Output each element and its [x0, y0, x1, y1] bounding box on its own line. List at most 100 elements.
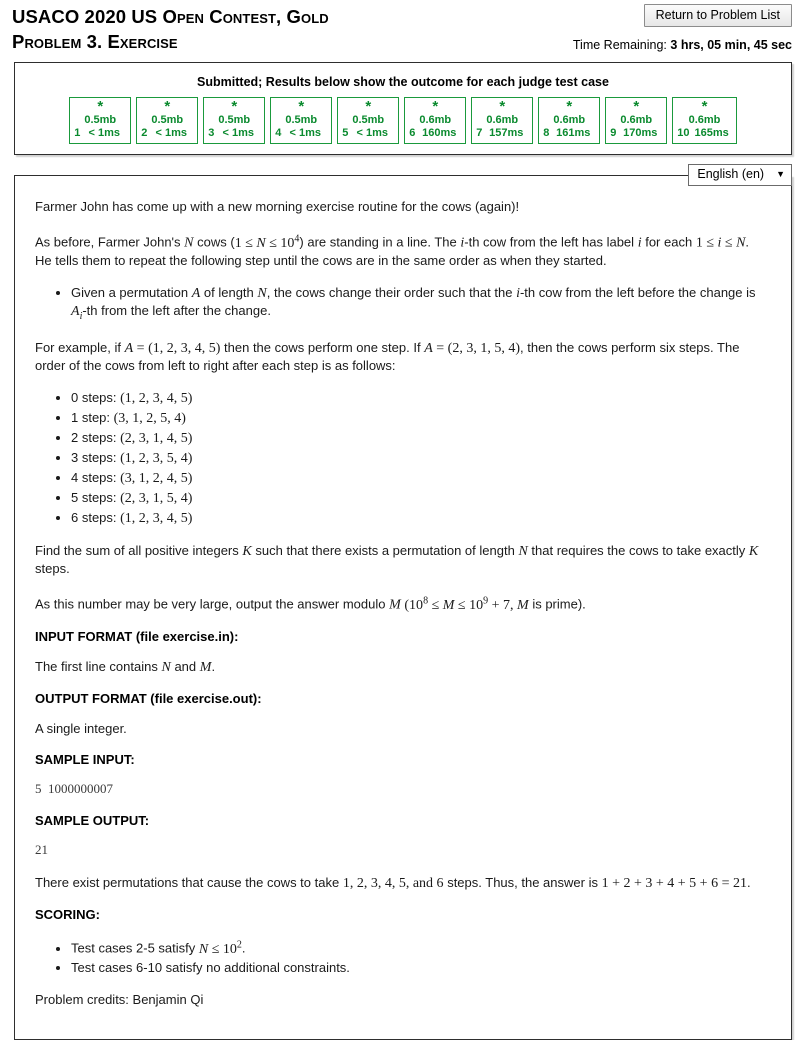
- header-right-controls: Return to Problem List Time Remaining: 3…: [573, 4, 792, 52]
- test-case-number: 3: [208, 127, 215, 139]
- test-case-time: < 1ms: [222, 127, 255, 139]
- page-title: USACO 2020 US Open Contest, Gold Problem…: [12, 4, 532, 54]
- modulo-text-b: is prime).: [532, 597, 586, 613]
- test-case-memory: 0.6mb: [419, 114, 452, 126]
- math-K: K: [242, 544, 252, 560]
- test-case-box[interactable]: * 0.5mb 2 < 1ms: [136, 97, 199, 144]
- test-case-number: 1: [74, 127, 81, 139]
- setup-text-d: -th cow from the left has label: [464, 234, 635, 250]
- star-icon: *: [231, 98, 238, 115]
- test-case-number: 7: [476, 127, 483, 139]
- step-item: 3 steps: (1, 2, 3, 5, 4): [71, 449, 771, 467]
- test-case-box[interactable]: * 0.5mb 5 < 1ms: [337, 97, 400, 144]
- star-icon: *: [365, 98, 372, 115]
- modulo-text-a: As this number may be very large, output…: [35, 597, 386, 613]
- step-label: 2 steps:: [71, 430, 121, 446]
- setup-text-f: .: [745, 234, 750, 250]
- problem-title: Problem 3. Exercise: [12, 31, 178, 52]
- star-icon: *: [164, 98, 171, 115]
- time-remaining-value: 3 hrs, 05 min, 45 sec: [670, 38, 792, 52]
- step-permutation: (2, 3, 1, 4, 5): [120, 431, 193, 447]
- test-case-memory: 0.6mb: [486, 114, 519, 126]
- scoring-suffix: .: [241, 940, 246, 956]
- setup-paragraph: As before, Farmer John's N cows (1 ≤ N ≤…: [35, 230, 771, 269]
- rule-text-c: , the cows change their order such that …: [266, 284, 513, 300]
- language-select[interactable]: English (en) ▼: [688, 164, 792, 186]
- test-case-time: 170ms: [623, 127, 658, 139]
- modulo-paragraph: As this number may be very large, output…: [35, 592, 771, 614]
- test-case-memory: 0.5mb: [151, 114, 184, 126]
- intro-paragraph: Farmer John has come up with a new morni…: [35, 199, 520, 214]
- star-icon: *: [432, 98, 439, 115]
- math-constraint-i: 1 ≤ i ≤ N: [695, 235, 746, 251]
- math-constraint-N: 1 ≤ N ≤ 104: [234, 233, 300, 251]
- step-label: 3 steps:: [71, 450, 121, 466]
- test-case-time: < 1ms: [155, 127, 188, 139]
- test-case-time: 165ms: [694, 127, 729, 139]
- explanation-text-a: There exist permutations that cause the …: [35, 875, 340, 891]
- star-icon: *: [97, 98, 104, 115]
- language-select-wrap: English (en) ▼: [14, 164, 792, 186]
- math-N-2: N: [257, 285, 267, 301]
- test-case-memory: 0.6mb: [620, 114, 653, 126]
- star-icon: *: [566, 98, 573, 115]
- step-item: 6 steps: (1, 2, 3, 4, 5): [71, 509, 771, 527]
- return-to-problem-list-button[interactable]: Return to Problem List: [643, 4, 792, 27]
- test-case-row: * 0.5mb 1 < 1ms * 0.5mb 2 < 1ms * 0.5mb 3 < 1ms * 0.5…: [25, 97, 781, 144]
- test-case-time: 160ms: [422, 127, 457, 139]
- test-case-box[interactable]: * 0.6mb 6 160ms: [404, 97, 467, 144]
- setup-text-c: ) are standing in a line. The: [299, 234, 457, 250]
- step-label: 6 steps:: [71, 510, 121, 526]
- output-format-body: A single integer.: [35, 721, 127, 737]
- step-item: 4 steps: (3, 1, 2, 4, 5): [71, 469, 771, 487]
- test-case-box[interactable]: * 0.6mb 8 161ms: [538, 97, 601, 144]
- star-icon: *: [499, 98, 506, 115]
- setup-text-g: He tells them to repeat the following st…: [35, 252, 607, 268]
- step-label: 4 steps:: [71, 470, 121, 486]
- explanation-paragraph: There exist permutations that cause the …: [35, 874, 771, 892]
- rule-text-b: of length: [203, 284, 254, 300]
- test-case-number: 6: [409, 127, 416, 139]
- scoring-heading: SCORING:: [35, 907, 100, 923]
- test-case-number: 10: [677, 127, 690, 139]
- rule-text-e: -th from the left after the change.: [82, 302, 271, 318]
- test-case-number: 5: [342, 127, 349, 139]
- test-case-number: 9: [610, 127, 617, 139]
- math-N-4: N: [161, 660, 171, 676]
- math-M: M: [389, 598, 401, 614]
- test-case-box[interactable]: * 0.5mb 4 < 1ms: [270, 97, 333, 144]
- test-case-time: 161ms: [556, 127, 591, 139]
- chevron-down-icon: ▼: [776, 169, 785, 179]
- test-case-box[interactable]: * 0.5mb 3 < 1ms: [203, 97, 266, 144]
- explanation-sum: 1 + 2 + 3 + 4 + 5 + 6 = 21: [601, 876, 747, 892]
- contest-title: USACO 2020 US Open Contest, Gold: [12, 6, 329, 27]
- test-case-box[interactable]: * 0.6mb 7 157ms: [471, 97, 534, 144]
- test-case-memory: 0.6mb: [688, 114, 721, 126]
- problem-credits: Problem credits: Benjamin Qi: [35, 991, 204, 1007]
- test-case-box[interactable]: * 0.6mb 9 170ms: [605, 97, 668, 144]
- sample-output-block: 21: [35, 842, 48, 858]
- test-case-number: 4: [275, 127, 282, 139]
- test-case-box[interactable]: * 0.6mb 10 165ms: [672, 97, 737, 144]
- page-header: USACO 2020 US Open Contest, Gold Problem…: [0, 0, 806, 62]
- judge-results-panel: Submitted; Results below show the outcom…: [14, 62, 792, 155]
- results-heading: Submitted; Results below show the outcom…: [197, 75, 609, 89]
- test-case-memory: 0.5mb: [352, 114, 385, 126]
- input-format-heading: INPUT FORMAT (file exercise.in):: [35, 629, 239, 645]
- math-M-2: M: [199, 660, 212, 676]
- math-K-2: K: [748, 544, 759, 560]
- input-format-text-b: and: [174, 659, 197, 675]
- test-case-time: < 1ms: [88, 127, 121, 139]
- star-icon: *: [298, 98, 305, 115]
- sample-output-heading: SAMPLE OUTPUT:: [35, 813, 150, 829]
- test-case-memory: 0.5mb: [84, 114, 117, 126]
- find-text-c: that requires the cows to take exactly: [531, 543, 746, 559]
- rule-text-d: -th cow from the left before the change …: [519, 284, 756, 300]
- setup-text-b: cows (: [197, 234, 235, 250]
- test-case-box[interactable]: * 0.5mb 1 < 1ms: [69, 97, 132, 144]
- example-text-a: For example, if: [35, 340, 121, 356]
- star-icon: *: [633, 98, 640, 115]
- output-format-heading: OUTPUT FORMAT (file exercise.out):: [35, 691, 262, 707]
- sample-input-heading: SAMPLE INPUT:: [35, 752, 135, 768]
- math-i-2: i: [637, 235, 642, 251]
